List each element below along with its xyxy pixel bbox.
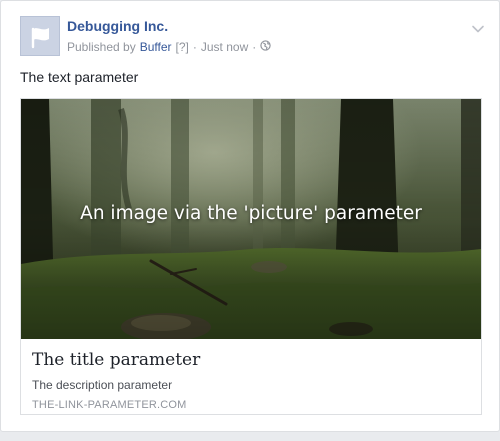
page-avatar[interactable]	[20, 16, 60, 56]
feed-post: Debugging Inc. Published by Buffer [?] ·…	[0, 0, 500, 432]
post-text: The text parameter	[20, 69, 139, 85]
link-preview-image[interactable]: An image via the 'picture' parameter	[21, 99, 481, 339]
image-caption: An image via the 'picture' parameter	[80, 203, 422, 224]
globe-icon[interactable]	[260, 40, 271, 54]
chevron-down-icon[interactable]	[471, 21, 485, 33]
link-title[interactable]: The title parameter	[32, 350, 200, 370]
link-domain: THE-LINK-PARAMETER.COM	[32, 399, 187, 411]
page-name-link[interactable]: Debugging Inc.	[67, 18, 168, 34]
published-by-label: Published by	[67, 40, 136, 54]
help-marker[interactable]: [?]	[176, 40, 189, 54]
app-name-link[interactable]: Buffer	[140, 40, 172, 54]
byline-separator: ·	[192, 40, 197, 54]
link-attachment[interactable]: An image via the 'picture' parameter The…	[20, 98, 482, 415]
post-byline: Published by Buffer [?] · Just now ·	[67, 40, 271, 54]
flag-icon	[21, 17, 59, 55]
post-timestamp[interactable]: Just now	[201, 40, 248, 54]
link-description: The description parameter	[32, 378, 173, 392]
byline-separator-2: ·	[252, 40, 257, 54]
